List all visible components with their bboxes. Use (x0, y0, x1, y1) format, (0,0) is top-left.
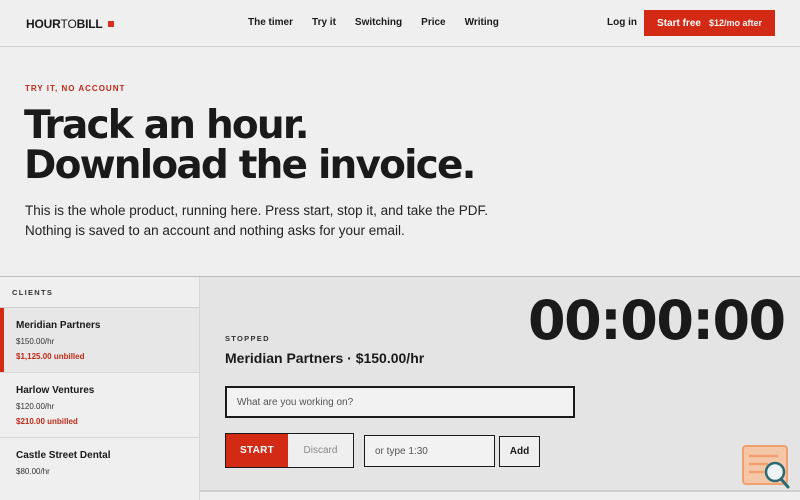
timer-controls: START Discard (225, 433, 354, 468)
client-unbilled: $210.00 unbilled (16, 417, 78, 426)
brand-logo[interactable]: HOURTOBILL (26, 17, 115, 31)
brand-name-part1: HOUR (26, 17, 61, 31)
add-button[interactable]: Add (499, 436, 540, 467)
client-rate: $80.00/hr (16, 467, 50, 476)
client-item-castle-street-dental[interactable]: Castle Street Dental $80.00/hr (0, 438, 199, 500)
client-rate: $150.00/hr (16, 337, 55, 346)
nav-links: The timer Try it Switching Price Writing (248, 17, 499, 28)
brand-square-icon (108, 21, 115, 27)
nav-link-writing[interactable]: Writing (465, 17, 499, 28)
start-free-label: Start free (657, 17, 701, 29)
start-button[interactable]: START (226, 434, 288, 467)
current-client-label: Meridian Partners · $150.00/hr (225, 350, 425, 366)
discard-button[interactable]: Discard (288, 434, 353, 467)
headline-line-1: Track an hour. (24, 103, 310, 148)
description-line-1: This is the whole product, running here.… (25, 203, 488, 218)
start-free-button[interactable]: Start free $12/mo after (644, 10, 775, 36)
hero-description: This is the whole product, running here.… (25, 201, 495, 241)
client-rate: $120.00/hr (16, 402, 55, 411)
client-name: Meridian Partners (16, 320, 101, 331)
brand-name-part2: TO (60, 17, 77, 31)
timer-status: STOPPED (225, 334, 270, 343)
login-link[interactable]: Log in (607, 17, 637, 28)
description-line-2: Nothing is saved to an account and nothi… (25, 223, 405, 238)
hero-headline: Track an hour. Download the invoice. (24, 103, 476, 188)
top-nav: HOURTOBILL The timer Try it Switching Pr… (0, 0, 800, 47)
client-item-harlow-ventures[interactable]: Harlow Ventures $120.00/hr $210.00 unbil… (0, 373, 199, 438)
nav-link-price[interactable]: Price (421, 17, 445, 28)
nav-link-try-it[interactable]: Try it (312, 17, 336, 28)
nav-link-the-timer[interactable]: The timer (248, 17, 293, 28)
client-name: Castle Street Dental (16, 450, 111, 461)
search-document-icon[interactable] (740, 444, 792, 492)
clients-heading: CLIENTS (0, 277, 199, 308)
timer-clock: 00:00:00 (528, 289, 786, 352)
brand-name-part3: BILL (76, 17, 103, 31)
start-free-price: $12/mo after (708, 18, 762, 28)
clients-sidebar: CLIENTS Meridian Partners $150.00/hr $1,… (0, 277, 200, 500)
work-description-input[interactable] (225, 386, 575, 418)
client-unbilled: $1,125.00 unbilled (16, 352, 85, 361)
hero-eyebrow: TRY IT, NO ACCOUNT (25, 84, 126, 93)
headline-line-2: Download the invoice. (24, 143, 476, 188)
manual-duration-input[interactable] (364, 435, 495, 467)
client-item-meridian-partners[interactable]: Meridian Partners $150.00/hr $1,125.00 u… (0, 308, 199, 373)
nav-link-switching[interactable]: Switching (355, 17, 402, 28)
timer-panel-bottom-border (200, 490, 800, 492)
client-name: Harlow Ventures (16, 385, 95, 396)
